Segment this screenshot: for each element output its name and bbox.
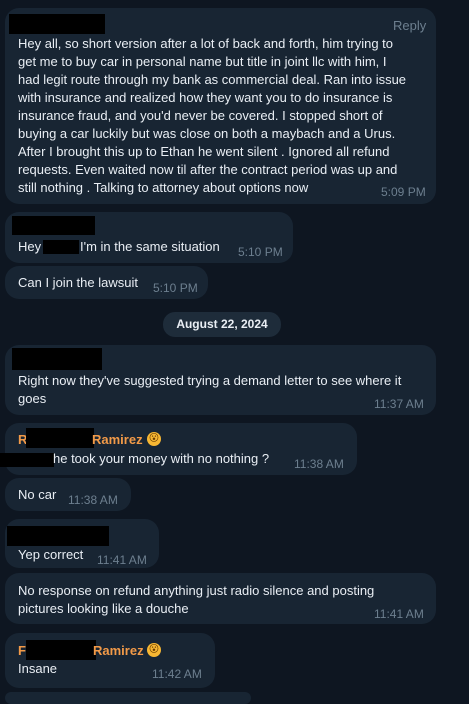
- message-line: insurance fraud, and you'd never be cove…: [18, 108, 383, 123]
- message-line: buying a car luckily but was close on bo…: [18, 126, 396, 141]
- message-text: Can I join the lawsuit: [18, 275, 138, 290]
- message-time: 11:42 AM: [152, 667, 202, 681]
- surprised-emoji-icon: 😮: [147, 643, 161, 657]
- message-line: still nothing . Talking to attorney abou…: [18, 180, 309, 195]
- message-line: with insurance and realized how they wan…: [18, 90, 393, 105]
- message-line: Right now they've suggested trying a dem…: [18, 373, 402, 388]
- message-time: 11:38 AM: [68, 493, 118, 507]
- message-time: 5:10 PM: [153, 281, 198, 295]
- message-line: Hey all, so short version after a lot of…: [18, 36, 394, 51]
- redacted-sender-name: [12, 348, 102, 370]
- redacted-sender-name: [12, 216, 95, 235]
- redacted-text: [0, 453, 54, 467]
- message-line: had legit route through my bank as comme…: [18, 72, 407, 87]
- redacted-sender-name: [26, 640, 96, 660]
- redacted-name: [43, 240, 79, 254]
- message-line: pictures looking like a douche: [18, 601, 189, 616]
- surprised-emoji-icon: 😮: [147, 432, 161, 446]
- message-line: After I brought this up to Ethan he went…: [18, 144, 390, 159]
- date-separator: August 22, 2024: [163, 312, 281, 337]
- message-text: I'm in the same situation: [80, 239, 220, 254]
- sender-name: Ramirez: [93, 643, 144, 658]
- message-time: 5:10 PM: [238, 245, 283, 259]
- message-text: he took your money with no nothing ?: [53, 451, 270, 466]
- redacted-sender-name: [7, 526, 109, 546]
- message-line: goes: [18, 391, 47, 406]
- message-line: get me to buy car in personal name but t…: [18, 54, 387, 69]
- message-time: 11:37 AM: [374, 397, 424, 411]
- message-time: 5:09 PM: [381, 185, 426, 199]
- sender-name: Ramirez: [92, 432, 143, 447]
- sender-name: F: [18, 643, 26, 658]
- redacted-sender-name: [26, 428, 94, 448]
- reply-button[interactable]: Reply: [393, 18, 426, 33]
- message-text: Hey: [18, 239, 42, 254]
- message-text: Yep correct: [18, 547, 84, 562]
- message-bubble-partial[interactable]: [5, 692, 251, 704]
- message-time: 11:41 AM: [374, 607, 424, 621]
- message-text: No car: [18, 487, 57, 502]
- message-text: Insane: [18, 661, 58, 676]
- message-time: 11:38 AM: [294, 457, 344, 471]
- message-time: 11:41 AM: [97, 553, 147, 567]
- redacted-sender-name: [9, 14, 105, 34]
- message-line: No response on refund anything just radi…: [18, 583, 375, 598]
- message-line: requests. Even waited now til after the …: [18, 162, 398, 177]
